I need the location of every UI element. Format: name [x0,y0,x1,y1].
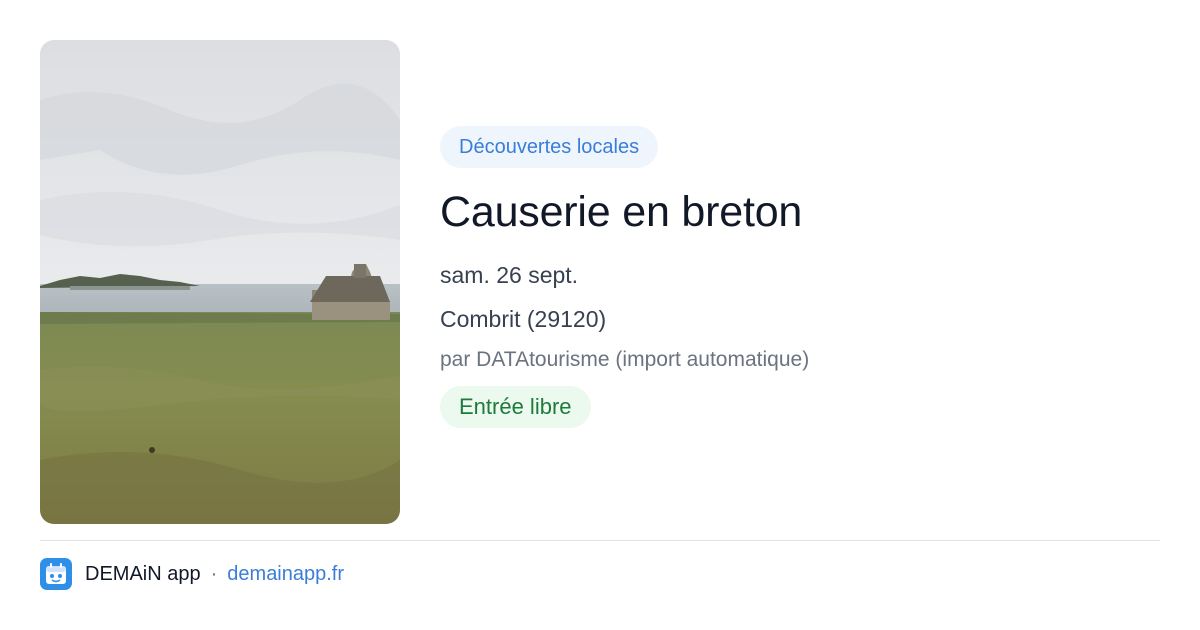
event-details: Découvertes locales Causerie en breton s… [440,126,1160,428]
footer: DEMAiN app · demainapp.fr [40,558,344,590]
app-website-link[interactable]: demainapp.fr [227,563,344,586]
category-badge[interactable]: Découvertes locales [440,126,659,168]
footer-divider [40,540,1160,541]
event-photo [40,40,400,524]
event-location: Combrit (29120) [440,306,607,332]
event-organizer: par DATAtourisme (import automatique) [440,348,810,371]
price-badge: Entrée libre [440,386,591,428]
app-name: DEMAiN app [85,562,201,585]
footer-separator: · [210,562,218,585]
event-title: Causerie en breton [440,188,803,236]
app-logo-icon [40,558,72,590]
event-date: sam. 26 sept. [440,262,579,288]
